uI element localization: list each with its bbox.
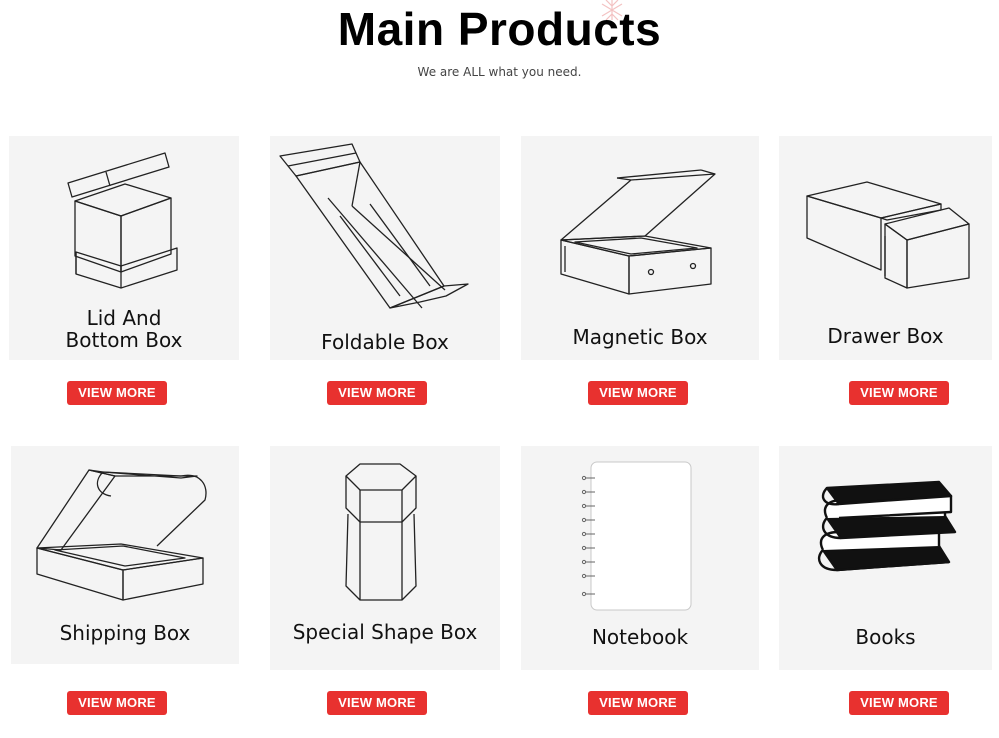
view-more-button[interactable]: VIEW MORE bbox=[849, 381, 949, 405]
view-more-button[interactable]: VIEW MORE bbox=[588, 691, 688, 715]
product-label: Special Shape Box bbox=[292, 620, 478, 644]
product-label-line-1: Lid And bbox=[86, 306, 162, 330]
product-card-foldable-box[interactable]: Foldable Box bbox=[270, 136, 500, 360]
product-card-magnetic-box[interactable]: Magnetic Box bbox=[521, 136, 759, 360]
product-label: Shipping Box bbox=[59, 621, 191, 645]
product-label: Drawer Box bbox=[827, 324, 944, 348]
product-label: Notebook bbox=[591, 625, 689, 649]
page-subtitle: We are ALL what you need. bbox=[417, 65, 582, 79]
view-more-button[interactable]: VIEW MORE bbox=[327, 381, 427, 405]
foldable-box-icon bbox=[279, 143, 469, 309]
product-card-drawer-box[interactable]: Drawer Box bbox=[779, 136, 992, 360]
view-more-button[interactable]: VIEW MORE bbox=[588, 381, 688, 405]
product-card-shipping-box[interactable]: Shipping Box bbox=[11, 446, 239, 664]
view-more-button[interactable]: VIEW MORE bbox=[67, 381, 167, 405]
product-label: Magnetic Box bbox=[572, 325, 708, 349]
product-card-special-shape-box[interactable]: Special Shape Box bbox=[270, 446, 500, 670]
view-more-button[interactable]: VIEW MORE bbox=[849, 691, 949, 715]
product-label-line-2: Bottom Box bbox=[65, 328, 183, 352]
view-more-button[interactable]: VIEW MORE bbox=[67, 691, 167, 715]
product-label: Books bbox=[855, 625, 916, 649]
product-card-lid-and-bottom-box[interactable]: Lid And Bottom Box bbox=[9, 136, 239, 360]
page-title: Main Products bbox=[337, 3, 662, 55]
view-more-button[interactable]: VIEW MORE bbox=[327, 691, 427, 715]
product-label: Foldable Box bbox=[321, 330, 449, 354]
product-card-notebook[interactable]: Notebook bbox=[521, 446, 759, 670]
product-card-books[interactable]: Books bbox=[779, 446, 992, 670]
